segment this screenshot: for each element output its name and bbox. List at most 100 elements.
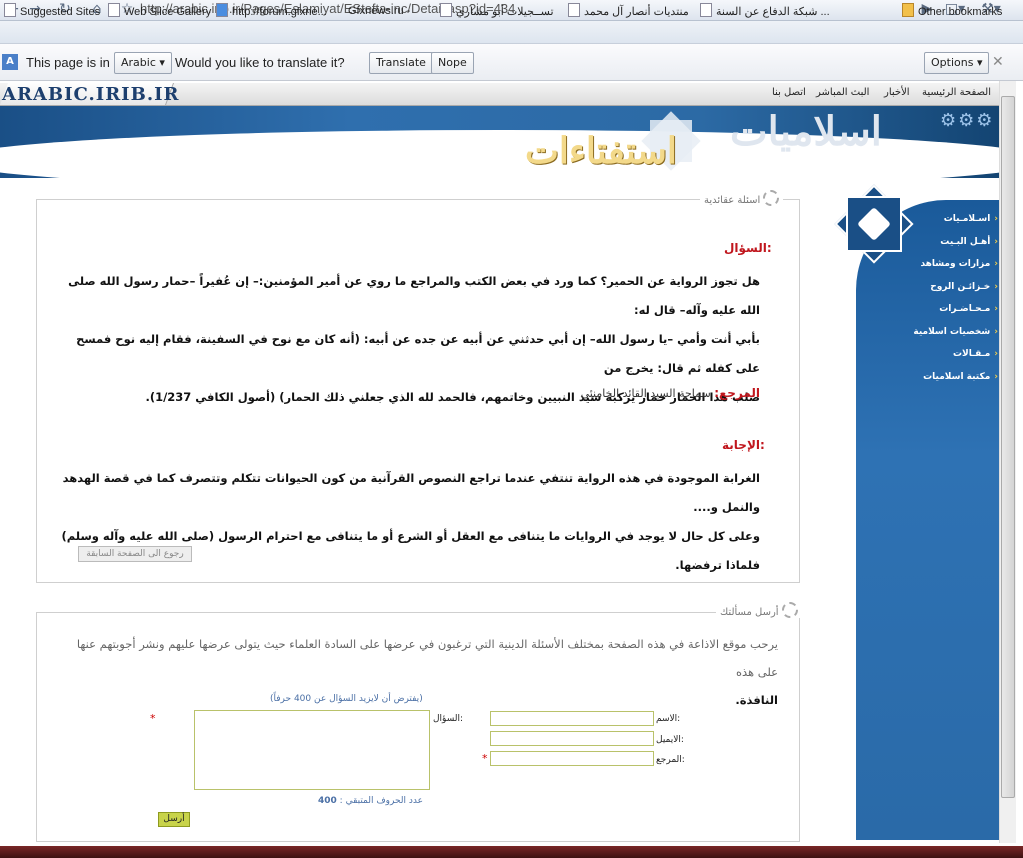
folder-icon — [902, 3, 914, 17]
site-logo[interactable]: ARABIC.IRIB.IR — [2, 84, 179, 105]
question-label: السؤال: — [724, 241, 772, 255]
sidebar-panel — [856, 200, 1000, 840]
translate-icon: A — [2, 54, 18, 70]
sidebar-item[interactable]: اسـلامـيات › — [880, 212, 998, 226]
box-legend: اسئلة عقائدية — [700, 190, 784, 206]
window-bottom-edge — [0, 846, 1023, 858]
question-line: بأبي أنت وأمي –يا رسول الله– إن أبي حدثن… — [76, 332, 760, 375]
bookmark-item[interactable]: تســجيلات أبو مشاري — [440, 3, 554, 19]
sidebar-label: خـزائـن الروح — [930, 282, 991, 292]
chevron-icon: › — [994, 327, 998, 337]
remaining-value: 400 — [318, 796, 337, 806]
page-icon — [4, 3, 16, 17]
question-label: السؤال: — [433, 714, 464, 724]
sidebar-label: مكتبة اسلاميات — [923, 372, 991, 382]
legend-label: أرسل مسألتك — [720, 607, 779, 618]
nav-home[interactable]: الصفحة الرئيسية — [922, 87, 991, 98]
back-button[interactable]: رجوع الى الصفحة السابقة — [78, 546, 192, 562]
chevron-icon: › — [994, 282, 998, 292]
language-select[interactable]: Arabic ▾ — [114, 52, 172, 74]
chevron-icon: › — [994, 372, 998, 382]
options-label: Options — [931, 56, 974, 69]
reference-row: المرجع: سماحة السيد القائد الخامنئي — [560, 386, 760, 400]
answer-line: الغرابة الموجودة في هذه الرواية تنتفي عن… — [62, 471, 760, 514]
length-hint: (يفترض أن لايزيد السؤال عن 400 حرفاً) — [270, 694, 423, 704]
sidebar-item[interactable]: شخصيات اسلامية › — [880, 325, 998, 339]
bookmark-item[interactable]: http://forum.gfxne... — [216, 3, 327, 19]
reference-value: سماحة السيد القائد الخامنئي — [580, 387, 711, 400]
page-icon — [700, 3, 712, 17]
translate-question: Would you like to translate it? — [175, 55, 345, 70]
intro-line: يرحب موقع الاذاعة في هذه الصفحة بمختلف ا… — [76, 637, 778, 679]
sidebar-item[interactable]: خـزائـن الروح › — [880, 280, 998, 294]
send-button[interactable]: أرسل — [158, 812, 190, 827]
gear-decoration-icon: ⚙⚙⚙ — [940, 110, 995, 131]
scrollbar-thumb[interactable] — [1001, 96, 1015, 798]
bookmark-item[interactable]: Gfxnews.ru - — [348, 3, 410, 19]
bookmark-label: Web Slice Gallery — [124, 6, 212, 18]
sidebar-item[interactable]: مـقـالات › — [880, 347, 998, 361]
reference-label: المرجع: — [714, 386, 760, 400]
email-input[interactable] — [490, 731, 654, 746]
options-button[interactable]: Options ▾ — [924, 52, 990, 74]
bookmark-folder[interactable]: Other bookmarks — [902, 3, 1002, 19]
reference-label: المرجع: — [656, 755, 685, 765]
gear-icon — [763, 190, 780, 206]
bookmark-label: شبكة الدفاع عن السنة ... — [716, 6, 830, 18]
close-icon[interactable]: ✕ — [992, 54, 1004, 70]
chevron-icon: › — [994, 304, 998, 314]
gear-icon — [781, 602, 798, 618]
sidebar-item[interactable]: مـحـاضـرات › — [880, 302, 998, 316]
bookmark-label: Suggested Sites — [20, 6, 101, 18]
name-input[interactable] — [490, 711, 654, 726]
sidebar-item[interactable]: مزارات ومشاهد › — [880, 257, 998, 271]
required-mark: * — [150, 712, 156, 725]
sidebar-label: مزارات ومشاهد — [920, 259, 991, 269]
chevron-icon: › — [994, 349, 998, 359]
sidebar-label: مـقـالات — [952, 349, 991, 359]
bookmarks-bar — [0, 21, 1023, 44]
remaining-label: عدد الحروف المتبقي : — [339, 796, 424, 806]
reference-input[interactable] — [490, 751, 654, 766]
sidebar-label: مـحـاضـرات — [939, 304, 991, 314]
bookmark-item[interactable]: شبكة الدفاع عن السنة ... — [700, 3, 830, 19]
banner-title: اسلاميات — [730, 108, 882, 155]
required-mark: * — [482, 752, 488, 765]
translate-prefix: This page is in — [26, 55, 110, 70]
page-icon — [108, 3, 120, 17]
bookmark-label: منتديات أنصار آل محمد — [584, 6, 689, 18]
sidebar-label: اسـلامـيات — [943, 214, 991, 224]
nope-button[interactable]: Nope — [431, 52, 474, 74]
answer-text: الغرابة الموجودة في هذه الرواية تنتفي عن… — [60, 464, 760, 580]
page-icon — [440, 3, 452, 17]
bookmark-item[interactable]: Web Slice Gallery — [108, 3, 211, 19]
email-label: الايميل: — [656, 735, 684, 745]
chevron-icon: › — [994, 237, 998, 247]
translate-button[interactable]: Translate — [369, 52, 433, 74]
sidebar-label: أهـل البـيت — [940, 237, 991, 247]
bookmark-item[interactable]: منتديات أنصار آل محمد — [568, 3, 689, 19]
bookmark-label: تســجيلات أبو مشاري — [456, 6, 554, 18]
chevron-icon: › — [994, 259, 998, 269]
page-icon — [568, 3, 580, 17]
bookmark-label: http://forum.gfxne... — [232, 6, 327, 18]
box-legend: أرسل مسألتك — [716, 602, 802, 618]
sidebar-item[interactable]: مكتبة اسلاميات › — [880, 370, 998, 384]
language-value: Arabic — [121, 56, 156, 69]
bookmark-label: Other bookmarks — [918, 6, 1003, 18]
banner-subtitle: استفتاءات — [525, 130, 677, 172]
bookmark-label: Gfxnews.ru - — [348, 5, 411, 17]
remaining-counter: عدد الحروف المتبقي : 400 — [318, 796, 423, 806]
question-textarea[interactable] — [194, 710, 430, 790]
name-label: الاسم: — [656, 714, 681, 724]
sidebar-item[interactable]: أهـل البـيت › — [880, 235, 998, 249]
nav-news[interactable]: الأخبار — [884, 87, 910, 98]
legend-label: اسئلة عقائدية — [704, 195, 761, 206]
bookmark-item[interactable]: Suggested Sites — [4, 3, 100, 19]
sidebar-label: شخصيات اسلامية — [913, 327, 991, 337]
answer-label: الإجابة: — [722, 438, 765, 452]
chevron-icon: › — [994, 214, 998, 224]
google-icon — [216, 3, 228, 17]
nav-contact[interactable]: اتصل بنا — [772, 87, 806, 98]
nav-live[interactable]: البث المباشر — [816, 87, 869, 98]
